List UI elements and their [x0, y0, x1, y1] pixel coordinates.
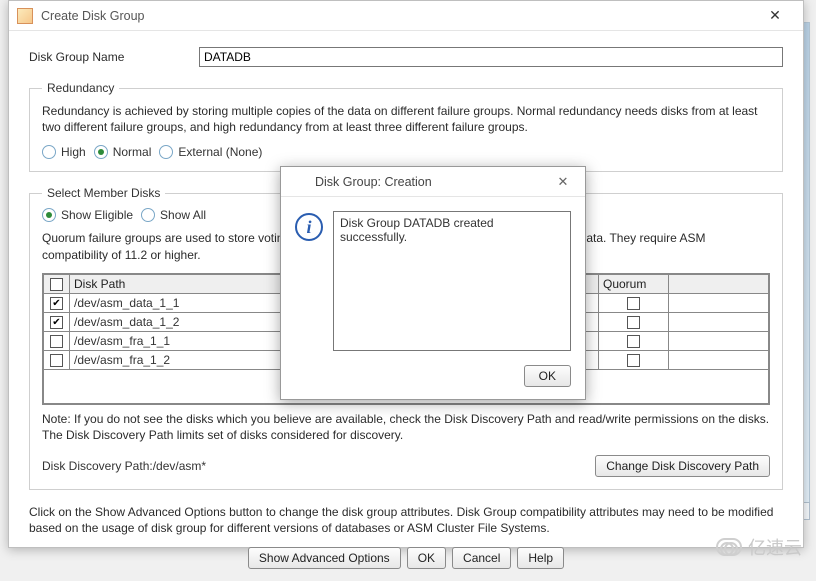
radio-icon [94, 145, 108, 159]
redundancy-legend: Redundancy [42, 81, 119, 95]
radio-icon [42, 145, 56, 159]
radio-icon [159, 145, 173, 159]
show-eligible[interactable]: Show Eligible [42, 208, 133, 222]
disk-group-name-label: Disk Group Name [29, 50, 199, 64]
radio-icon [141, 208, 155, 222]
checkbox-icon[interactable] [627, 354, 640, 367]
ok-button[interactable]: OK [407, 547, 446, 569]
disk-group-creation-dialog: Disk Group: Creation ✕ i Disk Group DATA… [280, 166, 586, 400]
window-title: Create Disk Group [41, 9, 755, 23]
redundancy-normal[interactable]: Normal [94, 145, 152, 159]
dialog-body: i Disk Group DATADB created successfully… [281, 197, 585, 357]
checkbox-icon[interactable] [50, 297, 63, 310]
help-button[interactable]: Help [517, 547, 564, 569]
info-icon: i [295, 213, 323, 241]
checkbox-icon[interactable] [627, 297, 640, 310]
app-icon [291, 174, 307, 190]
redundancy-external[interactable]: External (None) [159, 145, 262, 159]
dialog-titlebar: Disk Group: Creation ✕ [281, 167, 585, 197]
footer-text: Click on the Show Advanced Options butto… [29, 504, 783, 536]
show-all[interactable]: Show All [141, 208, 206, 222]
cancel-button[interactable]: Cancel [452, 547, 511, 569]
col-select[interactable] [44, 274, 70, 293]
disk-group-name-input[interactable] [199, 47, 783, 67]
checkbox-icon[interactable] [50, 354, 63, 367]
checkbox-icon[interactable] [627, 316, 640, 329]
radio-label: Normal [113, 145, 152, 159]
close-icon[interactable]: ✕ [551, 174, 575, 190]
discovery-note: Note: If you do not see the disks which … [42, 411, 770, 443]
dialog-footer: OK [281, 357, 585, 399]
radio-label: External (None) [178, 145, 262, 159]
change-discovery-path-button[interactable]: Change Disk Discovery Path [595, 455, 770, 477]
col-quorum[interactable]: Quorum [599, 274, 669, 293]
redundancy-text: Redundancy is achieved by storing multip… [42, 103, 770, 135]
checkbox-icon[interactable] [50, 316, 63, 329]
discovery-row: Disk Discovery Path:/dev/asm* Change Dis… [42, 455, 770, 477]
col-pad [669, 274, 769, 293]
app-icon [17, 8, 33, 24]
checkbox-icon[interactable] [50, 335, 63, 348]
dialog-title: Disk Group: Creation [315, 175, 551, 189]
titlebar: Create Disk Group ✕ [9, 1, 803, 31]
disk-group-name-row: Disk Group Name [29, 47, 783, 67]
redundancy-high[interactable]: High [42, 145, 86, 159]
redundancy-options: High Normal External (None) [42, 145, 770, 159]
dialog-message: Disk Group DATADB created successfully. [333, 211, 571, 351]
radio-label: Show All [160, 208, 206, 222]
redundancy-fieldset: Redundancy Redundancy is achieved by sto… [29, 81, 783, 172]
discovery-path-label: Disk Discovery Path:/dev/asm* [42, 459, 595, 473]
show-advanced-button[interactable]: Show Advanced Options [248, 547, 401, 569]
radio-label: High [61, 145, 86, 159]
footer-buttons: Show Advanced Options OK Cancel Help [29, 547, 783, 569]
radio-label: Show Eligible [61, 208, 133, 222]
radio-icon [42, 208, 56, 222]
close-icon[interactable]: ✕ [755, 5, 795, 27]
dialog-ok-button[interactable]: OK [524, 365, 571, 387]
checkbox-icon[interactable] [627, 335, 640, 348]
member-disks-legend: Select Member Disks [42, 186, 165, 200]
